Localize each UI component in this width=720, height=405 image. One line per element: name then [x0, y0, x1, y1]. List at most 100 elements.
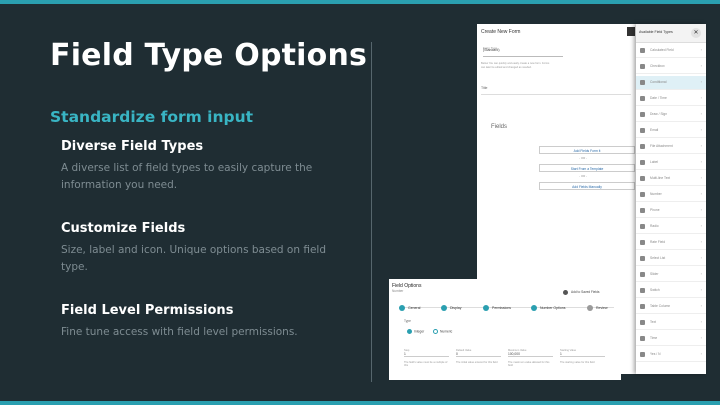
- field-type-label: Label: [650, 160, 659, 164]
- step-label: General: [408, 305, 421, 310]
- step-display[interactable]: Display: [441, 305, 461, 311]
- field-type-icon: [640, 48, 645, 53]
- field-type-label: Switch: [650, 288, 660, 292]
- field-type-label: Table Column: [650, 304, 671, 308]
- field-hint: The maximum value allowed for this field: [508, 361, 550, 368]
- field-type-label: File Attachment: [650, 144, 673, 148]
- field-type-item[interactable]: Slider ›: [636, 268, 706, 282]
- step-field[interactable]: Step 1: [404, 349, 449, 357]
- field-type-item[interactable]: Yes / N ›: [636, 348, 706, 362]
- field-type-item[interactable]: Checkbox ›: [636, 60, 706, 74]
- chevron-right-icon: ›: [700, 335, 702, 340]
- step-review[interactable]: Review: [587, 305, 607, 311]
- check-icon: [399, 305, 405, 311]
- feature-heading-3: Field Level Permissions: [61, 303, 234, 318]
- title-field[interactable]: Title: [481, 86, 631, 95]
- type-label: Type: [404, 319, 411, 323]
- radio-label: Numeric: [440, 329, 453, 334]
- field-type-icon: [640, 96, 645, 101]
- field-type-item[interactable]: Table Column ›: [636, 300, 706, 314]
- field-value: 1: [560, 352, 562, 356]
- check-icon: [483, 305, 489, 311]
- field-type-item[interactable]: File Attachment ›: [636, 140, 706, 154]
- field-type-icon: [640, 352, 645, 357]
- menu-icon[interactable]: [627, 27, 635, 36]
- radio-numeric[interactable]: Numeric: [433, 329, 452, 334]
- feature-desc-2: Size, label and icon. Unique options bas…: [61, 244, 326, 273]
- field-type-item[interactable]: Phone ›: [636, 204, 706, 218]
- field-type-item[interactable]: Rate Field ›: [636, 236, 706, 250]
- slide-title: Field Type Options: [50, 38, 368, 73]
- field-type-icon: [640, 336, 645, 341]
- default-value-field[interactable]: Default Value 0: [456, 349, 501, 357]
- field-type-icon: [640, 304, 645, 309]
- field-type-item[interactable]: Switch ›: [636, 284, 706, 298]
- field-type-label: Calculated Field: [650, 48, 674, 52]
- chevron-right-icon: ›: [700, 319, 702, 324]
- field-value: 100,000: [508, 352, 520, 356]
- field-type-icon: [640, 320, 645, 325]
- field-type-icon: [640, 64, 645, 69]
- field-type-icon: [640, 192, 645, 197]
- add-manually-button[interactable]: Add Fields Manually: [539, 182, 635, 190]
- field-type-item[interactable]: Number ›: [636, 188, 706, 202]
- radio-icon: [433, 329, 438, 334]
- template-button[interactable]: Start From a Template: [539, 164, 635, 172]
- field-type-item[interactable]: Multi-line Text ›: [636, 172, 706, 186]
- divider: [371, 42, 372, 382]
- step-label: Number Options: [540, 305, 566, 310]
- field-type-label: Radio: [650, 224, 659, 228]
- field-type-item[interactable]: Email ›: [636, 124, 706, 138]
- feature-desc-1: A diverse list of field types to easily …: [61, 162, 313, 191]
- or-separator: - OR -: [579, 156, 588, 160]
- starting-value-field[interactable]: Starting Value 1: [560, 349, 605, 357]
- maximum-value-field[interactable]: Maximum Value 100,000: [508, 349, 553, 357]
- close-icon[interactable]: ✕: [691, 28, 701, 38]
- add-fields-button[interactable]: Add Fields Form it: [539, 146, 635, 154]
- chevron-right-icon: ›: [700, 191, 702, 196]
- field-type-label: Phone: [650, 208, 660, 212]
- or-separator-2: - OR -: [579, 174, 588, 178]
- field-type-icon: [640, 240, 645, 245]
- feature-heading-2: Customize Fields: [61, 221, 186, 236]
- chevron-right-icon: ›: [700, 223, 702, 228]
- feature-desc-3: Fine tune access with field level permis…: [61, 326, 298, 338]
- field-type-item[interactable]: Radio ›: [636, 220, 706, 234]
- fields-label: Fields: [491, 124, 508, 130]
- step-number-options[interactable]: Number Options: [531, 305, 565, 311]
- radio-integer[interactable]: Integer: [407, 329, 424, 334]
- form-note: Below You can quickly and easily create …: [481, 62, 550, 69]
- field-type-item[interactable]: Conditional ›: [636, 76, 706, 90]
- field-type-label: Select List: [650, 256, 666, 260]
- field-type-item[interactable]: Time ›: [636, 332, 706, 346]
- field-type-item[interactable]: Select List ›: [636, 252, 706, 266]
- form-type-select[interactable]: (Standard): [483, 48, 563, 57]
- field-type-item[interactable]: Date / Time ›: [636, 92, 706, 106]
- field-type-icon: [640, 176, 645, 181]
- add-icon[interactable]: [563, 290, 568, 295]
- step-permissions[interactable]: Permissions: [483, 305, 511, 311]
- field-type-icon: [640, 128, 645, 133]
- field-type-item[interactable]: Draw / Sign ›: [636, 108, 706, 122]
- field-type-icon: [640, 208, 645, 213]
- field-type-label: Checkbox: [650, 64, 665, 68]
- field-hint: The field's value must be a multiple of …: [404, 361, 448, 368]
- step-general[interactable]: General: [399, 305, 420, 311]
- field-type-item[interactable]: Label ›: [636, 156, 706, 170]
- chevron-right-icon: ›: [700, 239, 702, 244]
- feature-heading-1: Diverse Field Types: [61, 139, 204, 154]
- field-type-label: Rate Field: [650, 240, 666, 244]
- chevron-right-icon: ›: [700, 79, 702, 84]
- chevron-right-icon: ›: [700, 175, 702, 180]
- chevron-right-icon: ›: [700, 47, 702, 52]
- add-to-saved-button[interactable]: Add to Saved Fields: [571, 290, 600, 294]
- chevron-right-icon: ›: [700, 207, 702, 212]
- field-type-item[interactable]: Calculated Field ›: [636, 44, 706, 58]
- step-number-icon: [587, 305, 593, 311]
- field-type-item[interactable]: Text ›: [636, 316, 706, 330]
- field-type-label: Yes / N: [650, 352, 661, 356]
- chevron-right-icon: ›: [700, 111, 702, 116]
- field-value: 0: [456, 352, 458, 356]
- field-types-panel: Available Field Types ✕ Calculated Field…: [636, 24, 706, 374]
- field-hint: The initial value entered for this field: [456, 361, 498, 364]
